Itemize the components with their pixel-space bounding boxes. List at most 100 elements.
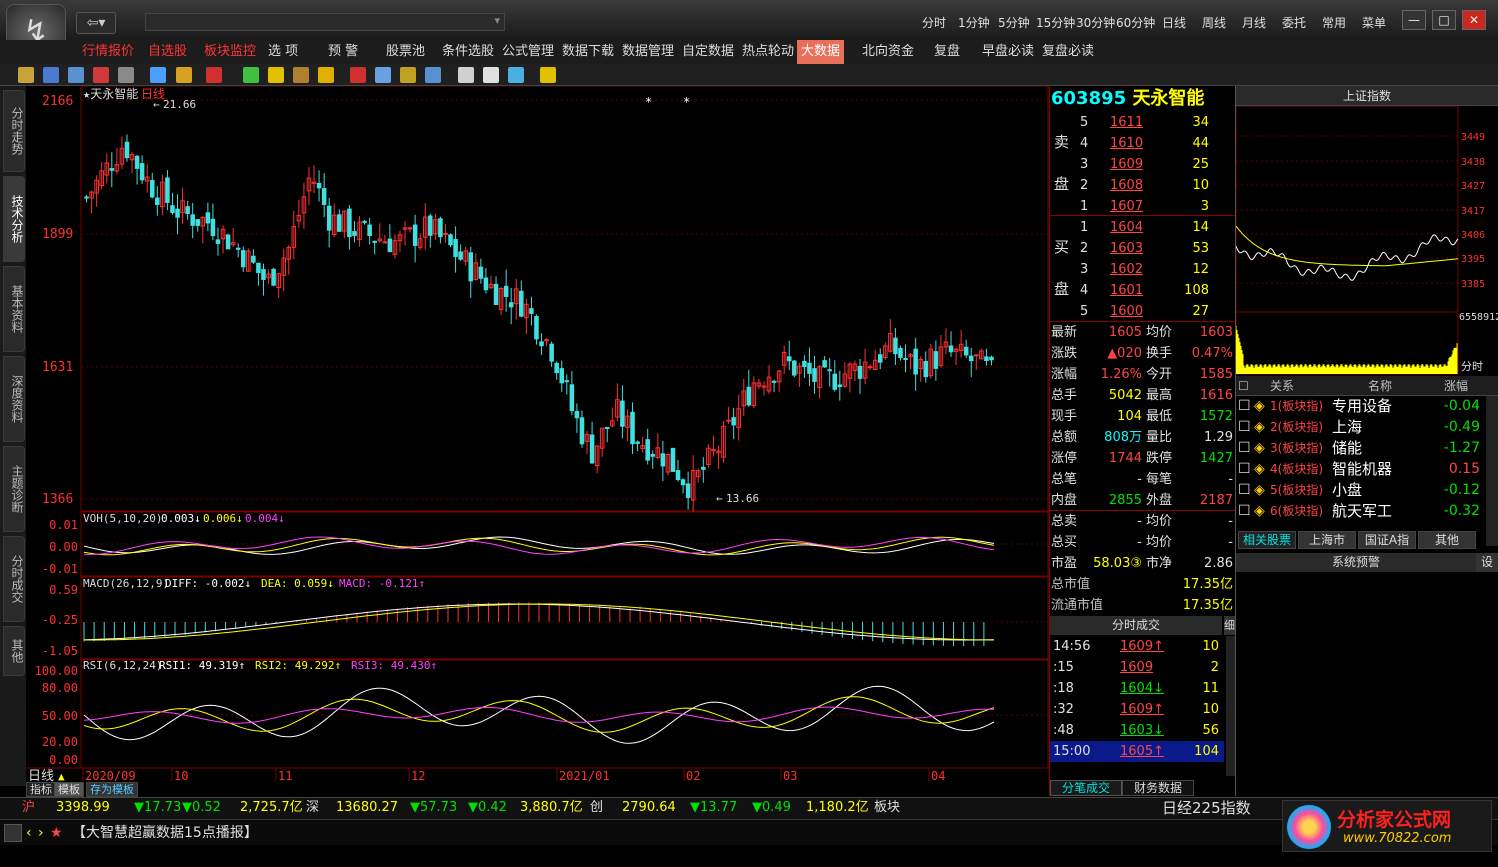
toolbar-icon-15[interactable]: [425, 67, 441, 83]
period-7[interactable]: 周线: [1202, 14, 1226, 31]
menu-item-11[interactable]: 热点轮动: [738, 40, 798, 64]
tab-deal[interactable]: 分笔成交: [1050, 780, 1122, 796]
tick-price[interactable]: 1609: [1120, 657, 1153, 678]
menu-item-6[interactable]: 条件选股: [438, 40, 498, 64]
period-2[interactable]: 5分钟: [998, 14, 1030, 31]
toolbar-icon-8[interactable]: [243, 67, 259, 83]
related-tab-0[interactable]: 相关股票: [1238, 531, 1296, 549]
header-checkbox[interactable]: ☐: [1238, 376, 1249, 396]
left-tab-6[interactable]: 其他: [3, 626, 25, 676]
nikkei-label[interactable]: 日经225指数: [1162, 798, 1251, 818]
sh-label[interactable]: 沪: [22, 798, 35, 818]
menu-item-14[interactable]: 复盘: [930, 40, 964, 64]
tick-price[interactable]: 1604↓: [1120, 678, 1164, 699]
period-11[interactable]: 菜单: [1362, 14, 1386, 31]
toolbar-icon-0[interactable]: [18, 67, 34, 83]
row-checkbox[interactable]: ☐: [1238, 480, 1251, 501]
toolbar-icon-18[interactable]: [508, 67, 524, 83]
period-0[interactable]: 分时: [922, 14, 946, 31]
toolbar-icon-10[interactable]: [293, 67, 309, 83]
menu-item-8[interactable]: 数据下载: [558, 40, 618, 64]
toolbar-icon-3[interactable]: [93, 67, 109, 83]
toolbar-icon-9[interactable]: [268, 67, 284, 83]
ask-price[interactable]: 1611: [1110, 112, 1143, 133]
toolbar-icon-11[interactable]: [318, 67, 334, 83]
menu-item-16[interactable]: 复盘必读: [1038, 40, 1098, 64]
tick-price[interactable]: 1603↓: [1120, 720, 1164, 741]
bid-price[interactable]: 1604: [1110, 217, 1143, 238]
left-tab-5[interactable]: 分时成交: [3, 536, 25, 622]
toolbar-icon-4[interactable]: [118, 67, 134, 83]
toolbar-icon-17[interactable]: [483, 67, 499, 83]
related-row[interactable]: ☐ ◈ 3(板块指) 储能 -1.27: [1236, 438, 1486, 459]
minimize-button[interactable]: —: [1402, 10, 1426, 30]
left-tab-3[interactable]: 深度资料: [3, 356, 25, 442]
row-checkbox[interactable]: ☐: [1238, 438, 1251, 459]
related-tab-2[interactable]: 国证A指: [1358, 531, 1416, 549]
bid-price[interactable]: 1603: [1110, 238, 1143, 259]
menu-item-7[interactable]: 公式管理: [498, 40, 558, 64]
left-tab-2[interactable]: 基本资料: [3, 266, 25, 352]
related-row[interactable]: ☐ ◈ 2(板块指) 上海 -0.49: [1236, 417, 1486, 438]
cy-label[interactable]: 创: [590, 798, 603, 818]
tab-finance[interactable]: 财务数据: [1122, 780, 1194, 796]
tick-price[interactable]: 1605↑: [1120, 741, 1164, 762]
row-checkbox[interactable]: ☐: [1238, 417, 1251, 438]
ticker-toggle[interactable]: [4, 824, 22, 842]
menu-item-3[interactable]: 选 项: [264, 40, 302, 64]
tab-indicator[interactable]: 指标: [26, 782, 56, 797]
event-marker-2[interactable]: *: [683, 95, 690, 109]
period-9[interactable]: 委托: [1282, 14, 1306, 31]
left-tab-1[interactable]: 技术分析: [3, 176, 25, 262]
back-button[interactable]: ⇦▾: [76, 12, 116, 34]
menu-item-2[interactable]: 板块监控: [200, 40, 260, 64]
event-marker-1[interactable]: *: [645, 95, 652, 109]
ticker-text[interactable]: 【大智慧超赢数据15点播报】: [72, 820, 258, 846]
menu-item-4[interactable]: 预 警: [324, 40, 362, 64]
toolbar-icon-12[interactable]: [350, 67, 366, 83]
row-checkbox[interactable]: ☐: [1238, 396, 1251, 417]
toolbar-icon-19[interactable]: [540, 67, 556, 83]
ask-price[interactable]: 1609: [1110, 154, 1143, 175]
related-row[interactable]: ☐ ◈ 5(板块指) 小盘 -0.12: [1236, 480, 1486, 501]
related-row[interactable]: ☐ ◈ 6(板块指) 航天军工 -0.32: [1236, 501, 1486, 522]
maximize-button[interactable]: □: [1432, 10, 1456, 30]
period-1[interactable]: 1分钟: [958, 14, 990, 31]
left-tab-0[interactable]: 分时走势: [3, 90, 25, 172]
menu-item-13[interactable]: 北向资金: [858, 40, 918, 64]
menu-item-12[interactable]: 大数据: [797, 40, 845, 64]
menu-item-15[interactable]: 早盘必读: [978, 40, 1038, 64]
sector-label[interactable]: 板块: [874, 798, 900, 818]
tick-price[interactable]: 1609↑: [1120, 636, 1164, 657]
period-5[interactable]: 60分钟: [1116, 14, 1155, 31]
period-6[interactable]: 日线: [1162, 14, 1186, 31]
menu-item-9[interactable]: 数据管理: [618, 40, 678, 64]
toolbar-icon-14[interactable]: [400, 67, 416, 83]
close-button[interactable]: ✕: [1462, 10, 1486, 30]
ask-price[interactable]: 1607: [1110, 196, 1143, 217]
period-8[interactable]: 月线: [1242, 14, 1266, 31]
toolbar-icon-5[interactable]: [150, 67, 166, 83]
sz-label[interactable]: 深: [306, 798, 319, 818]
menu-item-0[interactable]: 行情报价: [78, 40, 138, 64]
row-checkbox[interactable]: ☐: [1238, 501, 1251, 522]
period-3[interactable]: 15分钟: [1036, 14, 1075, 31]
related-scrollbar[interactable]: [1486, 396, 1498, 546]
related-tab-3[interactable]: 其他: [1418, 531, 1476, 549]
kline-chart-area[interactable]: 2166189916311366★天永智能 日线← 21.66← 13.66* *VOH…: [26, 86, 1049, 783]
tab-template[interactable]: 模板: [54, 782, 84, 797]
ticker-prev-icon[interactable]: ‹: [26, 820, 32, 846]
tab-save-template[interactable]: 存为模板: [86, 782, 138, 797]
toolbar-icon-13[interactable]: [375, 67, 391, 83]
menu-item-10[interactable]: 自定数据: [678, 40, 738, 64]
related-row[interactable]: ☐ ◈ 4(板块指) 智能机器 0.15: [1236, 459, 1486, 480]
toolbar-icon-7[interactable]: [206, 67, 222, 83]
menu-item-1[interactable]: 自选股: [144, 40, 191, 64]
bid-price[interactable]: 1600: [1110, 301, 1143, 322]
ticker-star-icon[interactable]: ★: [50, 820, 63, 846]
row-checkbox[interactable]: ☐: [1238, 459, 1251, 480]
code-search-input[interactable]: ▾: [145, 13, 505, 31]
bid-price[interactable]: 1602: [1110, 259, 1143, 280]
toolbar-icon-16[interactable]: [458, 67, 474, 83]
index-minute-chart[interactable]: 3449 3438 3427 3417 3406 3395 3385 6558912 分时: [1236, 106, 1498, 376]
